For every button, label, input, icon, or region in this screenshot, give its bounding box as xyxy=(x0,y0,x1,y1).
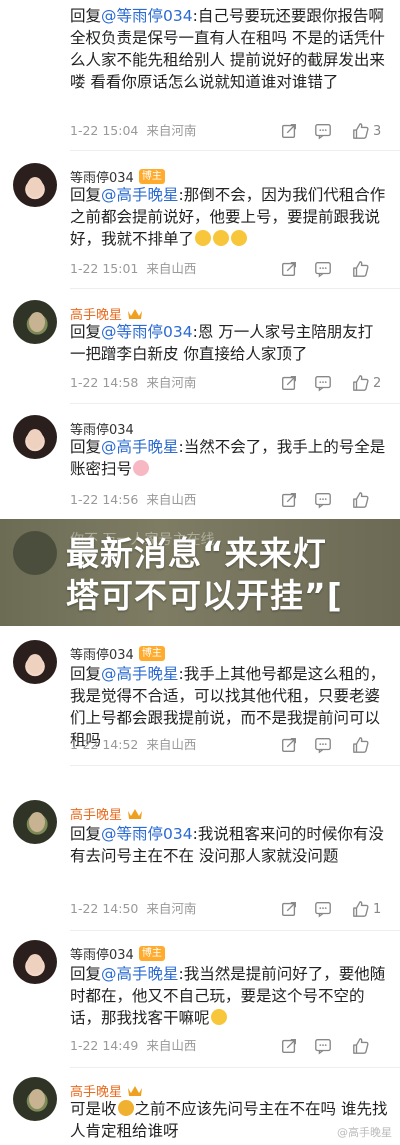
laugh-emoji-icon xyxy=(210,1009,227,1025)
comment-meta: 1-22 14:52 来自山西 xyxy=(70,737,197,752)
share-icon[interactable] xyxy=(280,490,298,510)
like-icon xyxy=(353,737,369,753)
username[interactable]: 等雨停034 博主 xyxy=(70,944,165,963)
avatar[interactable] xyxy=(13,300,57,344)
like-icon xyxy=(353,1038,369,1054)
mention-link[interactable]: @高手晚星 xyxy=(101,665,179,683)
share-icon[interactable] xyxy=(280,1036,298,1056)
crown-icon xyxy=(128,308,143,319)
comment-icon[interactable] xyxy=(314,735,332,755)
comment-meta: 1-22 14:56 来自山西 xyxy=(70,492,197,507)
comment-meta: 1-22 14:50 来自河南 xyxy=(70,901,197,916)
like-icon xyxy=(353,123,369,139)
comment-icon[interactable] xyxy=(314,899,332,919)
news-banner[interactable]: 你不 万一人家号主在线 最新消息“来来灯 塔可不可以开挂”[ xyxy=(0,519,400,626)
laugh-emoji-icon xyxy=(213,230,230,246)
comment-icon[interactable] xyxy=(314,1036,332,1056)
laugh-emoji-icon xyxy=(231,230,248,246)
comment-text: 回复@等雨停034:恩 万一人家号主陪朋友打一把蹭李白新皮 你直接给人家顶了 xyxy=(70,323,374,363)
like-icon xyxy=(353,375,369,391)
like-count: 3 xyxy=(373,123,382,139)
comment-text: 回复@高手晚星:当然不会了，我手上的号全是账密扫号 xyxy=(70,438,386,478)
comment-text: 回复@等雨停034:我说租客来问的时候你有没有去问号主在不在 没问那人家就没问题 xyxy=(70,825,384,865)
avatar[interactable] xyxy=(13,1077,57,1121)
like-count: 2 xyxy=(373,375,382,391)
like-button[interactable] xyxy=(352,490,370,510)
comment-icon[interactable] xyxy=(314,490,332,510)
blogger-badge: 博主 xyxy=(138,169,165,184)
mention-link[interactable]: @高手晚星 xyxy=(101,438,179,456)
comment-icon[interactable] xyxy=(314,259,332,279)
blogger-badge: 博主 xyxy=(138,646,165,661)
comment-meta: 1-22 14:49 来自山西 xyxy=(70,1038,197,1053)
like-button[interactable] xyxy=(352,735,370,755)
avatar xyxy=(13,531,57,575)
mention-link[interactable]: @高手晚星 xyxy=(101,186,179,204)
username[interactable]: 高手晚星 xyxy=(70,804,143,823)
like-button[interactable] xyxy=(352,259,370,279)
blogger-badge: 博主 xyxy=(138,946,165,961)
mention-link[interactable]: @高手晚星 xyxy=(101,965,179,983)
banner-title: 最新消息“来来灯 塔可不可以开挂”[ xyxy=(66,534,343,615)
comment-text: 回复@等雨停034:自己号要玩还要跟你报告啊 全权负责是保号一直有人在租吗 不是… xyxy=(70,7,385,91)
avatar[interactable] xyxy=(13,800,57,844)
avatar[interactable] xyxy=(13,640,57,684)
comment-meta: 1-22 14:58 来自河南 xyxy=(70,375,197,390)
watermark: @高手晚星 xyxy=(337,1126,392,1139)
username[interactable]: 等雨停034 博主 xyxy=(70,644,165,663)
mention-link[interactable]: @等雨停034 xyxy=(101,7,193,25)
like-button[interactable] xyxy=(352,1036,370,1056)
comment-text: 回复@高手晚星:那倒不会，因为我们代租合作之前都会提前说好，他要上号，要提前跟我… xyxy=(70,186,386,248)
avatar[interactable] xyxy=(13,163,57,207)
like-icon xyxy=(353,901,369,917)
comment-icon[interactable] xyxy=(314,373,332,393)
comment-meta: 1-22 15:01 来自山西 xyxy=(70,261,197,276)
like-button[interactable]: 2 xyxy=(352,373,381,393)
share-icon[interactable] xyxy=(280,899,298,919)
comment-icon[interactable] xyxy=(314,121,332,141)
pig-emoji-icon xyxy=(133,460,150,476)
share-icon[interactable] xyxy=(280,259,298,279)
share-icon[interactable] xyxy=(280,373,298,393)
crown-icon xyxy=(128,1085,143,1096)
like-button[interactable]: 3 xyxy=(352,121,381,141)
avatar[interactable] xyxy=(13,940,57,984)
like-button[interactable]: 1 xyxy=(352,899,381,919)
crown-icon xyxy=(128,808,143,819)
money-bag-emoji-icon xyxy=(117,1100,134,1116)
share-icon[interactable] xyxy=(280,735,298,755)
comment-meta: 1-22 15:04 来自河南 xyxy=(70,123,197,138)
laugh-emoji-icon xyxy=(195,230,212,246)
avatar[interactable] xyxy=(13,415,57,459)
like-count: 1 xyxy=(373,901,382,917)
like-icon xyxy=(353,261,369,277)
share-icon[interactable] xyxy=(280,121,298,141)
mention-link[interactable]: @等雨停034 xyxy=(101,825,193,843)
comment-text: 回复@高手晚星:我当然是提前问好了，要他随时都在，他又不自己玩，要是这个号不空的… xyxy=(70,965,386,1027)
like-icon xyxy=(353,492,369,508)
mention-link[interactable]: @等雨停034 xyxy=(101,323,193,341)
